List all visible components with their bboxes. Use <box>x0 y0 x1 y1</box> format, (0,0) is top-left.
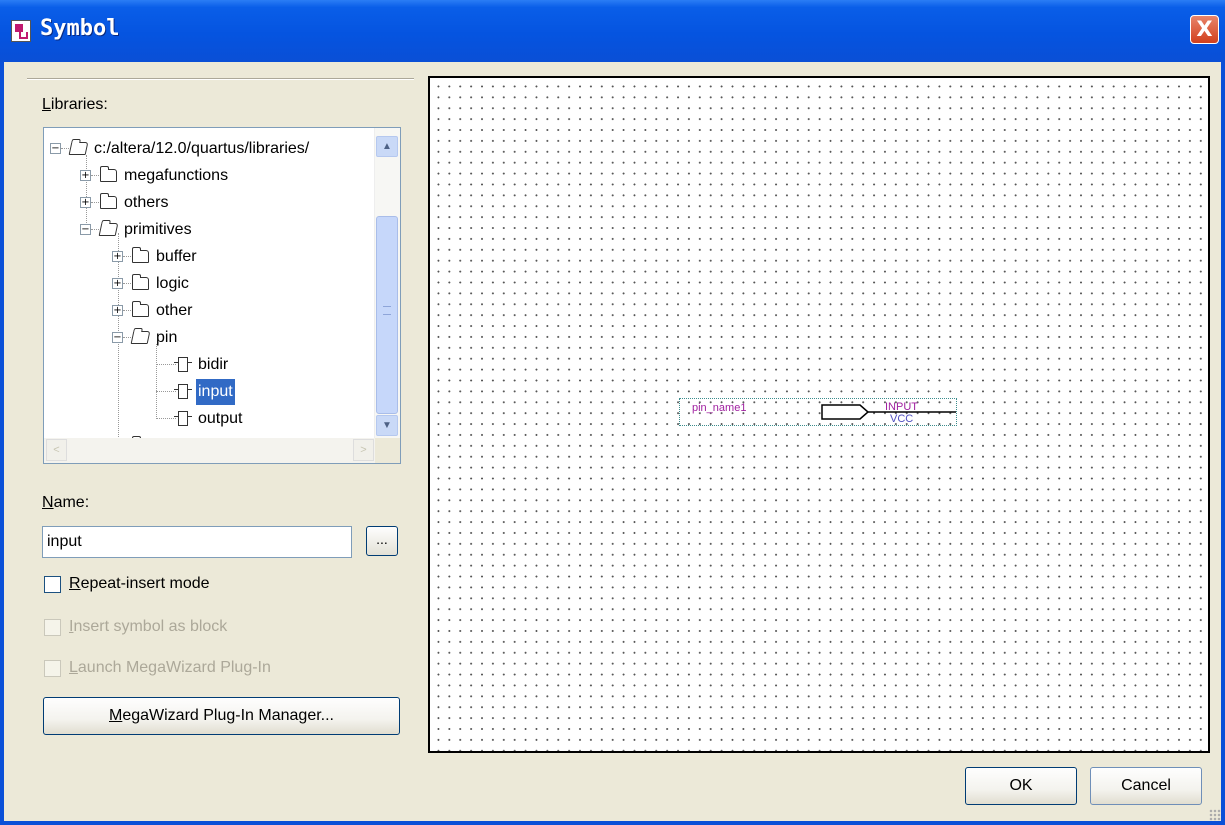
tree-item-label: buffer <box>156 248 197 265</box>
tree-viewport: − c:/altera/12.0/quartus/libraries/ + megaf… <box>44 128 376 438</box>
collapse-icon[interactable]: − <box>50 143 61 154</box>
collapse-icon[interactable]: − <box>112 332 123 343</box>
collapse-icon[interactable]: − <box>80 224 91 235</box>
folder-open-icon <box>98 223 119 236</box>
tree-item-label: primitives <box>124 221 192 238</box>
tree-connector <box>91 229 99 230</box>
pin-body-shape <box>821 404 870 420</box>
name-label-text: ame: <box>53 494 90 511</box>
folder-icon <box>132 274 149 290</box>
libraries-label-text: ibraries: <box>50 96 108 113</box>
tree-item-label: output <box>198 410 243 427</box>
megawizard-manager-button[interactable]: MegaWizard Plug-In Manager... <box>43 697 400 735</box>
pin-symbol-icon <box>174 357 192 372</box>
insert-as-block-label-text: nsert symbol as block <box>73 618 228 635</box>
tree-item[interactable]: output <box>44 406 374 432</box>
tree-connector <box>123 310 131 311</box>
scroll-grip <box>383 306 391 315</box>
scrollbar-corner <box>375 438 400 463</box>
folder-icon <box>100 166 117 182</box>
repeat-insert-checkbox[interactable] <box>44 576 61 593</box>
tree-connector <box>61 148 69 149</box>
tree-item[interactable]: + logic <box>44 271 374 297</box>
megawizard-manager-button-text: egaWizard Plug-In Manager... <box>122 707 334 724</box>
ok-button[interactable]: OK <box>965 767 1077 805</box>
tree-item-label: bidir <box>198 356 229 373</box>
cancel-button[interactable]: Cancel <box>1090 767 1202 805</box>
folder-open-icon <box>130 331 151 344</box>
tree-item-label: c:/altera/12.0/quartus/libraries/ <box>94 140 310 157</box>
tree-item-label: logic <box>156 275 189 292</box>
tree-item[interactable]: + others <box>44 190 374 216</box>
tree-item-label: others <box>124 194 169 211</box>
pin-symbol-icon <box>174 411 192 426</box>
scroll-down-button[interactable]: ▼ <box>376 415 398 436</box>
tree-item-label: input <box>196 379 235 405</box>
tree-item-label: other <box>156 302 193 319</box>
expand-icon[interactable]: + <box>80 197 91 208</box>
repeat-insert-label-text: epeat-insert mode <box>80 575 210 592</box>
tree-item[interactable]: − c:/altera/12.0/quartus/libraries/ <box>44 136 374 162</box>
libraries-label: Libraries: <box>42 96 108 113</box>
expand-icon[interactable]: + <box>112 305 123 316</box>
tree-connector <box>91 175 99 176</box>
pin-type-text: INPUT <box>885 401 918 413</box>
expand-icon[interactable]: + <box>112 278 123 289</box>
tree-item[interactable]: − pin <box>44 325 374 351</box>
launch-megawizard-label-text: aunch MegaWizard Plug-In <box>77 659 271 676</box>
quartus-symbol-icon <box>11 20 31 42</box>
expand-icon[interactable]: + <box>80 170 91 181</box>
vertical-scrollbar[interactable]: ▲ ▼ <box>374 128 400 438</box>
expand-icon[interactable]: + <box>112 251 123 262</box>
libraries-tree[interactable]: − c:/altera/12.0/quartus/libraries/ + megaf… <box>43 127 401 464</box>
scroll-left-button[interactable]: < <box>46 439 67 461</box>
tree-item[interactable]: + buffer <box>44 244 374 270</box>
close-button[interactable]: X <box>1190 15 1219 44</box>
tree-item[interactable]: + other <box>44 298 374 324</box>
scroll-thumb[interactable] <box>376 216 398 414</box>
tree-item[interactable]: − primitives <box>44 217 374 243</box>
scroll-up-button[interactable]: ▲ <box>376 136 398 157</box>
resize-grip[interactable] <box>1209 809 1221 821</box>
insert-as-block-label[interactable]: Insert symbol as block <box>69 618 227 636</box>
browse-button[interactable]: ... <box>366 526 398 556</box>
title-bar[interactable]: Symbol X <box>0 0 1225 62</box>
separator <box>27 78 414 80</box>
folder-open-icon <box>68 142 89 155</box>
tree-connector <box>123 283 131 284</box>
tree-connector <box>156 418 176 419</box>
tree-connector <box>156 364 176 365</box>
tree-item[interactable]: bidir <box>44 352 374 378</box>
name-input[interactable] <box>42 526 352 558</box>
tree-connector <box>123 256 131 257</box>
repeat-insert-label[interactable]: Repeat-insert mode <box>69 575 210 593</box>
launch-megawizard-checkbox[interactable] <box>44 660 61 677</box>
folder-icon <box>100 193 117 209</box>
tree-connector <box>156 391 176 392</box>
tree-item[interactable]: + megafunctions <box>44 163 374 189</box>
launch-megawizard-label[interactable]: Launch MegaWizard Plug-In <box>69 659 271 677</box>
tree-connector <box>91 202 99 203</box>
horizontal-scrollbar[interactable]: < > <box>44 438 376 463</box>
default-value-text: VCC <box>890 413 914 425</box>
pin-name-text: pin_name1 <box>692 402 747 414</box>
pin-symbol-icon <box>174 384 192 399</box>
tree-item-label: pin <box>156 329 178 346</box>
window-title: Symbol <box>40 16 120 41</box>
tree-connector <box>123 337 131 338</box>
scroll-right-button[interactable]: > <box>353 439 374 461</box>
folder-icon <box>132 247 149 263</box>
name-label: Name: <box>42 494 90 511</box>
folder-icon <box>132 301 149 317</box>
tree-item[interactable]: input <box>44 379 374 405</box>
tree-item-label: megafunctions <box>124 167 229 184</box>
insert-as-block-checkbox[interactable] <box>44 619 61 636</box>
